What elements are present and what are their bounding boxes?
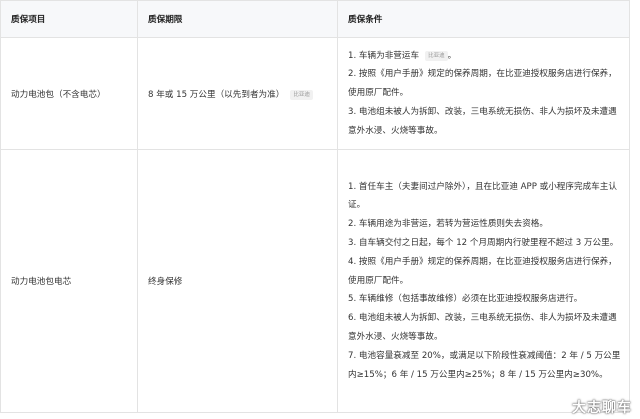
condition-item: 2. 按照《用户手册》规定的保养周期，在比亚迪授权服务店进行保养，使用原厂配件。 [348, 69, 617, 99]
condition-text: 1. 车辆为非营运车 [348, 50, 420, 61]
item-cell: 动力电池包（不含电芯） [0, 37, 138, 150]
conditions-cell: 1. 车辆为非营运车 比亚迪。 2. 按照《用户手册》规定的保养周期，在比亚迪授权… [337, 37, 630, 150]
condition-item: 2. 车辆用途为非营运，若转为营运性质则失去资格。 [348, 219, 548, 230]
source-tag: 比亚迪 [290, 89, 313, 100]
watermark: 大志聊车 [572, 400, 632, 416]
condition-item: 4. 按照《用户手册》规定的保养周期，在比亚迪授权服务店进行保养，使用原厂配件。 [348, 256, 617, 286]
table-row: 动力电池包（不含电芯） 8 年或 15 万公里（以先到者为准） 比亚迪 1. 车辆… [0, 37, 630, 150]
condition-item: 1. 车辆为非营运车 比亚迪。 [348, 47, 621, 66]
condition-item: 5. 车辆维修（包括事故维修）必须在比亚迪授权服务店进行。 [348, 294, 583, 305]
warranty-table: 质保项目 质保期限 质保条件 动力电池包（不含电芯） 8 年或 15 万公里（以… [0, 0, 630, 413]
condition-item: 3. 自车辆交付之日起，每个 12 个月周期内行驶里程不超过 3 万公里。 [348, 238, 619, 248]
item-cell: 动力电池包电芯 [0, 149, 138, 413]
condition-item: 1. 首任车主（夫妻间过户除外），且在比亚迪 APP 或小程序完成车主认证。 [348, 181, 617, 211]
condition-suffix: 。 [447, 50, 457, 61]
period-cell: 8 年或 15 万公里（以先到者为准） 比亚迪 [137, 37, 338, 150]
period-cell: 终身保修 [137, 149, 338, 413]
table-row: 动力电池包电芯 终身保修 1. 首任车主（夫妻间过户除外），且在比亚迪 APP … [0, 149, 630, 413]
condition-item: 6. 电池组未被人为拆卸、改装，三电系统无损伤、非人为损坏及未遭遇意外水浸、火烧… [348, 313, 617, 342]
conditions-cell: 1. 首任车主（夫妻间过户除外），且在比亚迪 APP 或小程序完成车主认证。 2… [337, 149, 630, 413]
header-item: 质保项目 [0, 0, 138, 38]
condition-item: 7. 电池容量衰减至 20%，或满足以下阶段性衰减阈值：2 年 / 5 万公里内… [348, 350, 621, 380]
header-row: 质保项目 质保期限 质保条件 [0, 0, 630, 38]
header-period: 质保期限 [137, 0, 338, 38]
period-text: 8 年或 15 万公里（以先到者为准） [148, 89, 285, 100]
condition-item: 3. 电池组未被人为拆卸、改装，三电系统无损伤、非人为损坏及未遭遇意外水浸、火烧… [348, 106, 617, 136]
source-tag: 比亚迪 [425, 50, 448, 61]
header-conditions: 质保条件 [337, 0, 630, 38]
